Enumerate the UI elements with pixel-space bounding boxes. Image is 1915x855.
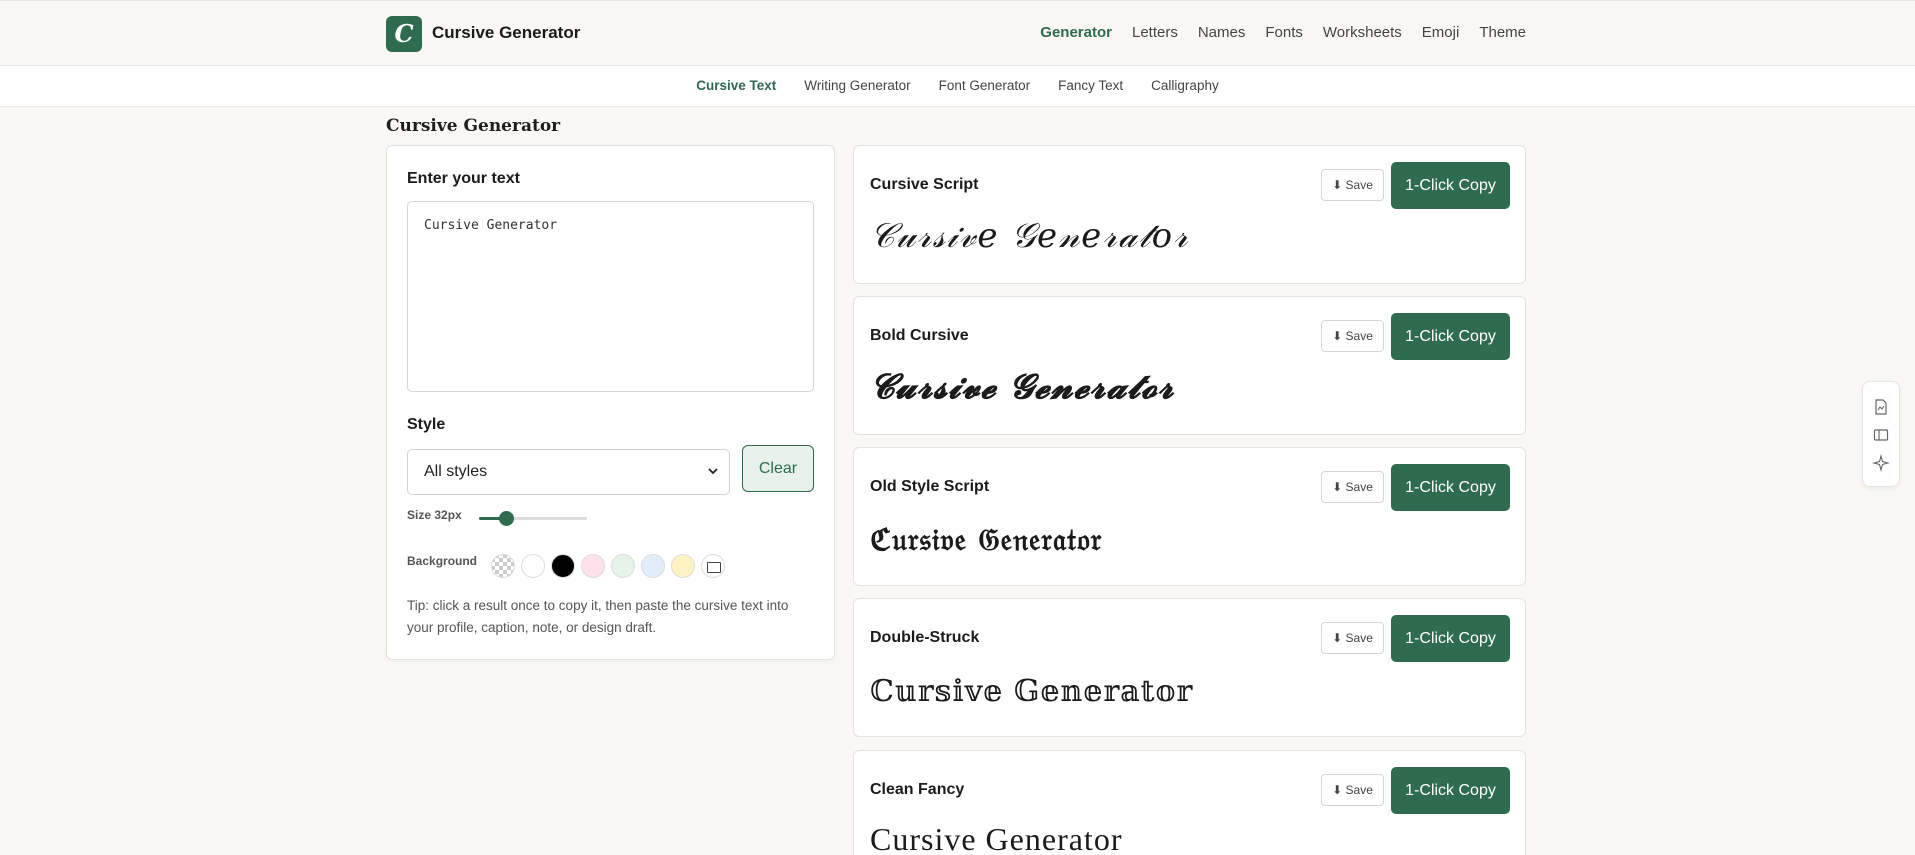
nav-names[interactable]: Names: [1198, 24, 1246, 41]
background-swatches: [491, 554, 725, 578]
swatch-blue[interactable]: [641, 554, 665, 578]
nav-generator[interactable]: Generator: [1040, 24, 1112, 41]
save-button[interactable]: ⬇ Save: [1321, 774, 1384, 806]
swatch-green[interactable]: [611, 554, 635, 578]
chevron-down-icon: [707, 450, 719, 512]
panel-icon[interactable]: [1872, 426, 1890, 444]
sub-nav: Cursive Text Writing Generator Font Gene…: [0, 66, 1915, 107]
swatch-frame-icon[interactable]: [701, 554, 725, 578]
swatch-transparent[interactable]: [491, 554, 515, 578]
result-style-name: Double-Struck: [870, 629, 980, 646]
result-preview[interactable]: ℭ𝔲𝔯𝔰𝔦𝔳𝔢 𝔊𝔢𝔫𝔢𝔯𝔞𝔱𝔬𝔯: [870, 523, 1102, 558]
nav-emoji[interactable]: Emoji: [1422, 24, 1460, 41]
save-button[interactable]: ⬇ Save: [1321, 471, 1384, 503]
document-icon[interactable]: [1872, 398, 1890, 416]
copy-button[interactable]: 1-Click Copy: [1391, 162, 1510, 209]
input-label: Enter your text: [407, 170, 520, 187]
nav-letters[interactable]: Letters: [1132, 24, 1178, 41]
copy-button[interactable]: 1-Click Copy: [1391, 767, 1510, 814]
style-label: Style: [407, 416, 446, 433]
nav-theme[interactable]: Theme: [1479, 24, 1526, 41]
logo[interactable]: C: [386, 16, 422, 52]
save-button[interactable]: ⬇ Save: [1321, 169, 1384, 201]
swatch-yellow[interactable]: [671, 554, 695, 578]
result-card[interactable]: Double-Struck ⬇ Save 1-Click Copy ℂ𝕦𝕣𝕤𝕚𝕧…: [853, 598, 1526, 737]
style-select-value: All styles: [424, 463, 488, 480]
size-slider[interactable]: [479, 511, 587, 526]
result-preview[interactable]: 𝓒𝓾𝓻𝓼𝓲𝓿𝓮 𝓖𝓮𝓷𝓮𝓻𝓪𝓽𝓸𝓻: [870, 367, 1175, 407]
style-select[interactable]: All styles: [407, 449, 730, 495]
result-preview[interactable]: Cursive Generator: [870, 821, 1122, 855]
page-title: Cursive Generator: [386, 116, 561, 136]
result-style-name: Cursive Script: [870, 176, 979, 193]
result-preview[interactable]: ℂ𝕦𝕣𝕤𝕚𝕧𝕖 𝔾𝕖𝕟𝕖𝕣𝕒𝕥𝕠𝕣: [870, 674, 1193, 709]
result-card[interactable]: Cursive Script ⬇ Save 1-Click Copy 𝒞𝓊𝓇𝓈𝒾…: [853, 145, 1526, 284]
sparkle-icon[interactable]: [1871, 453, 1891, 473]
size-label: Size 32px: [407, 508, 462, 522]
save-button[interactable]: ⬇ Save: [1321, 622, 1384, 654]
subnav-calligraphy[interactable]: Calligraphy: [1151, 78, 1219, 93]
side-toolbar: [1862, 381, 1900, 487]
result-card[interactable]: Old Style Script ⬇ Save 1-Click Copy ℭ𝔲𝔯…: [853, 447, 1526, 586]
top-bar: C Cursive Generator Generator Letters Na…: [0, 0, 1915, 66]
input-panel: Enter your text Style All styles Clear S…: [386, 145, 835, 660]
result-card[interactable]: Bold Cursive ⬇ Save 1-Click Copy 𝓒𝓾𝓻𝓼𝓲𝓿𝓮…: [853, 296, 1526, 435]
result-style-name: Clean Fancy: [870, 781, 965, 798]
tip-text: Tip: click a result once to copy it, the…: [407, 598, 789, 635]
result-card[interactable]: Clean Fancy ⬇ Save 1-Click Copy Cursive …: [853, 750, 1526, 855]
main-nav: Generator Letters Names Fonts Worksheets…: [1040, 24, 1526, 41]
clear-button[interactable]: Clear: [742, 445, 814, 492]
copy-button[interactable]: 1-Click Copy: [1391, 313, 1510, 360]
subnav-writing-generator[interactable]: Writing Generator: [804, 78, 910, 93]
text-input[interactable]: [407, 201, 814, 392]
result-style-name: Bold Cursive: [870, 327, 969, 344]
copy-button[interactable]: 1-Click Copy: [1391, 615, 1510, 662]
result-preview[interactable]: 𝒞𝓊𝓇𝓈𝒾𝓋𝑒 𝒢𝑒𝓃𝑒𝓇𝒶𝓉𝑜𝓇: [870, 216, 1189, 256]
brand-name[interactable]: Cursive Generator: [432, 23, 580, 43]
subnav-fancy-text[interactable]: Fancy Text: [1058, 78, 1123, 93]
copy-button[interactable]: 1-Click Copy: [1391, 464, 1510, 511]
subnav-font-generator[interactable]: Font Generator: [939, 78, 1031, 93]
nav-worksheets[interactable]: Worksheets: [1323, 24, 1402, 41]
swatch-black[interactable]: [551, 554, 575, 578]
result-style-name: Old Style Script: [870, 478, 990, 495]
subnav-cursive-text[interactable]: Cursive Text: [696, 78, 776, 93]
swatch-white[interactable]: [521, 554, 545, 578]
nav-fonts[interactable]: Fonts: [1265, 24, 1303, 41]
save-button[interactable]: ⬇ Save: [1321, 320, 1384, 352]
swatch-pink[interactable]: [581, 554, 605, 578]
size-slider-thumb[interactable]: [499, 511, 514, 526]
background-label: Background: [407, 554, 478, 568]
